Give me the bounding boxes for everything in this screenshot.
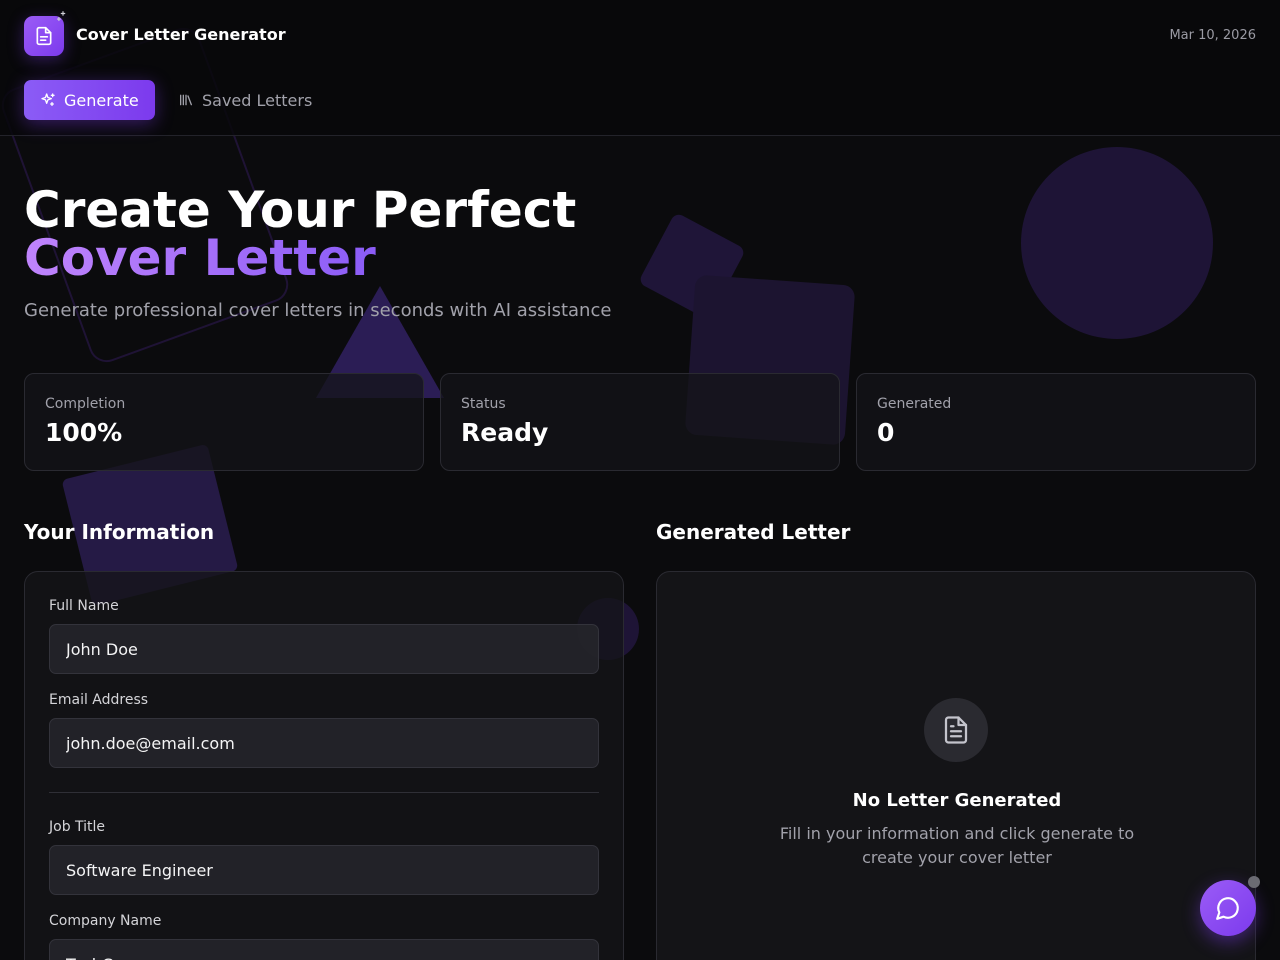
nav-tab-saved-letters[interactable]: Saved Letters	[178, 80, 312, 120]
job-title-input[interactable]	[49, 845, 599, 895]
decor-diamond	[637, 211, 747, 321]
chat-status-dot	[1248, 876, 1260, 888]
stat-card-generated: Generated 0	[856, 373, 1256, 471]
section-title-generated-letter: Generated Letter	[656, 520, 851, 544]
generated-letter-panel: No Letter Generated Fill in your informa…	[656, 571, 1256, 960]
form-divider	[49, 792, 599, 793]
stat-label: Generated	[877, 396, 952, 412]
library-icon	[180, 94, 192, 106]
nav-tab-generate-label: Generate	[64, 90, 139, 110]
company-name-input[interactable]	[49, 939, 599, 960]
full-name-label: Full Name	[49, 598, 119, 614]
company-name-label: Company Name	[49, 913, 162, 929]
email-label: Email Address	[49, 692, 149, 708]
sparkles-icon	[41, 93, 55, 106]
full-name-input[interactable]	[49, 624, 599, 674]
document-icon	[944, 716, 968, 744]
job-title-label: Job Title	[49, 819, 106, 835]
section-title-your-information: Your Information	[24, 520, 215, 544]
stat-value: Ready	[461, 418, 549, 447]
empty-state-description: Fill in your information and click gener…	[779, 824, 1135, 867]
stat-card-completion: Completion 100%	[24, 373, 424, 471]
chat-button[interactable]	[1200, 880, 1256, 936]
information-form: Full Name Email Address Job Title Compan…	[24, 571, 624, 960]
stat-value: 0	[877, 418, 895, 447]
stat-label: Completion	[45, 396, 126, 412]
app-title: Cover Letter Generator	[76, 25, 286, 44]
email-input[interactable]	[49, 718, 599, 768]
app-root: Cover Letter Generator Mar 10, 2026 Gene…	[0, 0, 1280, 960]
nav-tab-saved-label: Saved Letters	[202, 90, 313, 110]
decor-circle	[1021, 147, 1213, 339]
top-bar: Cover Letter Generator Mar 10, 2026 Gene…	[0, 0, 1280, 136]
hero-subtitle: Generate professional cover letters in s…	[24, 300, 612, 321]
stat-label: Status	[461, 396, 506, 412]
empty-state-icon	[924, 698, 988, 762]
stat-value: 100%	[45, 418, 123, 447]
chat-bubble-icon	[1216, 897, 1239, 920]
stat-card-status: Status Ready	[440, 373, 840, 471]
sparkle-icon	[56, 11, 66, 22]
hero-title-highlight: Cover Letter	[24, 229, 376, 287]
nav-tab-generate[interactable]: Generate	[24, 80, 155, 120]
empty-state-title: No Letter Generated	[852, 790, 1062, 811]
document-icon	[36, 26, 52, 46]
header-date: Mar 10, 2026	[1169, 28, 1256, 43]
